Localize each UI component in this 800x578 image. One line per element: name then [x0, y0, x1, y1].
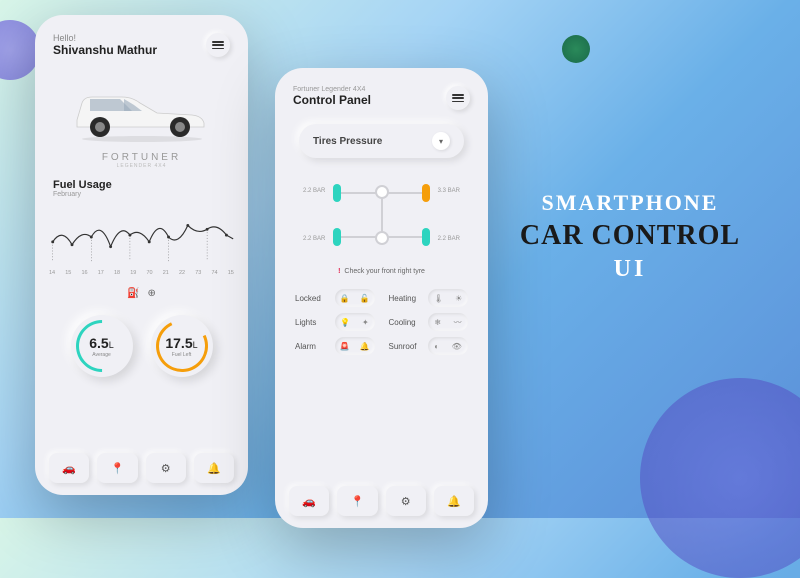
- nav-settings-button[interactable]: ⚙: [146, 453, 186, 483]
- control-sunroof[interactable]: Sunroof◐👁: [389, 337, 469, 355]
- hamburger-icon: [212, 41, 224, 49]
- tire-rl-value: 2.2 BAR: [303, 236, 325, 242]
- pin-icon: 📍: [351, 495, 365, 508]
- dropdown-label: Tires Pressure: [313, 136, 382, 147]
- fan-icon: ☀: [455, 294, 462, 303]
- decorative-circle: [0, 20, 40, 80]
- nav-alerts-button[interactable]: 🔔: [194, 453, 234, 483]
- bell-icon: 🔔: [360, 342, 370, 351]
- decorative-ball: [562, 35, 590, 63]
- chart-x-labels: 141516171819702122737415: [35, 268, 248, 284]
- nav-car-button[interactable]: 🚗: [49, 453, 89, 483]
- eye-icon: 👁: [452, 342, 462, 351]
- fuel-left-gauge[interactable]: 17.5L Fuel Left: [151, 315, 213, 377]
- user-name: Shivanshu Mathur: [53, 43, 157, 57]
- tire-fr-value: 3.3 BAR: [438, 188, 460, 194]
- bell-icon: 🔔: [447, 495, 461, 508]
- menu-button[interactable]: [206, 33, 230, 57]
- unlock-icon: 🔓: [360, 294, 370, 303]
- alarm-toggle[interactable]: 🚨🔔: [335, 337, 375, 355]
- car-image: [35, 70, 248, 150]
- nav-car-button[interactable]: 🚗: [289, 486, 329, 516]
- steering-icon: ⊕: [148, 288, 156, 299]
- light-on-icon: 💡: [340, 318, 350, 327]
- lock-toggle[interactable]: 🔒🔓: [335, 289, 375, 307]
- average-gauge[interactable]: 6.5L Average: [71, 315, 133, 377]
- lock-icon: 🔒: [340, 294, 350, 303]
- greeting-text: Hello!: [53, 33, 157, 43]
- cool-icon: 〰: [454, 317, 462, 328]
- control-heating[interactable]: Heating🌡☀: [389, 289, 469, 307]
- control-cooling[interactable]: Cooling❄〰: [389, 313, 469, 331]
- tire-rr-value: 2.2 BAR: [438, 236, 460, 242]
- cooling-toggle[interactable]: ❄〰: [428, 313, 468, 331]
- tire-pressure-diagram: 2.2 BAR 3.3 BAR 2.2 BAR 2.2 BAR: [275, 170, 488, 260]
- bottom-nav: 🚗 📍 ⚙ 🔔: [49, 453, 234, 483]
- nav-settings-button[interactable]: ⚙: [386, 486, 426, 516]
- light-off-icon: ✦: [362, 318, 369, 327]
- control-subhead: Fortuner Legender 4X4: [293, 86, 371, 93]
- siren-icon: 🚨: [340, 342, 350, 351]
- tire-fl-value: 2.2 BAR: [303, 188, 325, 194]
- gear-icon: ⚙: [401, 495, 411, 508]
- promo-title: SMARTPHONE CAR CONTROL UI: [490, 190, 770, 283]
- heating-toggle[interactable]: 🌡☀: [428, 289, 468, 307]
- heat-icon: 🌡: [434, 294, 444, 303]
- car-illustration: [62, 75, 222, 145]
- tires-pressure-dropdown[interactable]: Tires Pressure ▾: [299, 124, 464, 158]
- chevron-down-icon: ▾: [432, 132, 450, 150]
- car-brand: FORTUNER: [35, 152, 248, 163]
- promo-line1: SMARTPHONE: [490, 190, 770, 216]
- car-icon: 🚗: [302, 495, 316, 508]
- lights-toggle[interactable]: 💡✦: [335, 313, 375, 331]
- gear-icon: ⚙: [161, 462, 171, 475]
- bottom-nav: 🚗 📍 ⚙ 🔔: [289, 486, 474, 516]
- control-alarm[interactable]: Alarm🚨🔔: [295, 337, 375, 355]
- fuel-usage-title: Fuel Usage: [35, 169, 248, 191]
- tire-alert: !Check your front right tyre: [299, 268, 464, 275]
- promo-line3: UI: [490, 256, 770, 283]
- phone-screen-home: Hello! Shivanshu Mathur FORTUNER LEGENDE…: [35, 15, 248, 495]
- control-locked[interactable]: Locked🔒🔓: [295, 289, 375, 307]
- menu-button[interactable]: [446, 86, 470, 110]
- warning-icon: !: [338, 268, 340, 275]
- nav-alerts-button[interactable]: 🔔: [434, 486, 474, 516]
- fuel-usage-month: February: [35, 191, 248, 206]
- fuel-pump-icon: ⛽: [127, 288, 139, 299]
- nav-location-button[interactable]: 📍: [337, 486, 377, 516]
- open-icon: ◐: [434, 342, 439, 351]
- promo-line2: CAR CONTROL: [490, 220, 770, 252]
- car-icon: 🚗: [62, 462, 76, 475]
- decorative-circle-large: [640, 378, 800, 578]
- nav-location-button[interactable]: 📍: [97, 453, 137, 483]
- control-lights[interactable]: Lights💡✦: [295, 313, 375, 331]
- pin-icon: 📍: [111, 462, 125, 475]
- snow-icon: ❄: [434, 318, 441, 327]
- control-title: Control Panel: [293, 93, 371, 107]
- hamburger-icon: [452, 94, 464, 102]
- phone-screen-control: Fortuner Legender 4X4 Control Panel Tire…: [275, 68, 488, 528]
- sunroof-toggle[interactable]: ◐👁: [428, 337, 468, 355]
- fuel-usage-chart: [35, 206, 248, 268]
- bell-icon: 🔔: [207, 462, 221, 475]
